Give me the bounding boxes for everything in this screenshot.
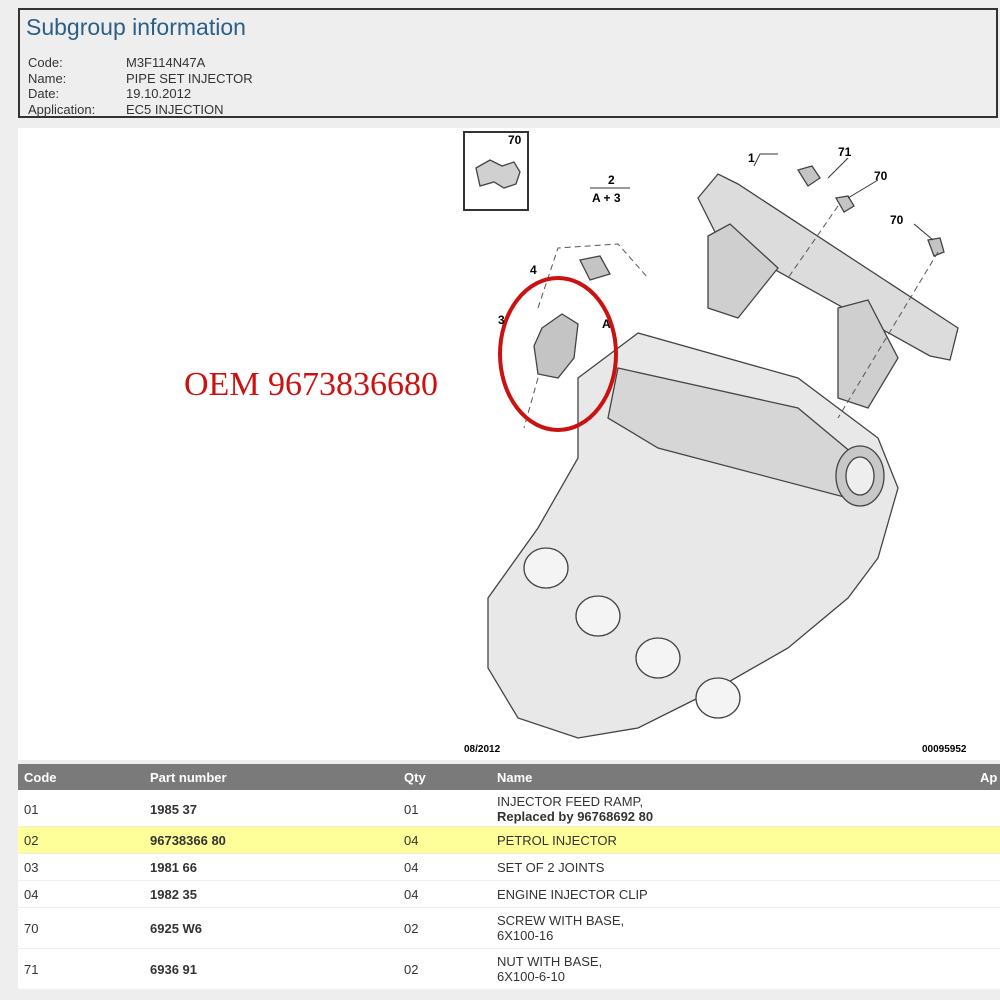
row-name: NUT WITH BASE, 6X100-6-10 [497, 954, 602, 984]
callout-3: 3 [498, 313, 505, 327]
table-row[interactable]: 01 1985 37 01 INJECTOR FEED RAMP, Replace… [18, 790, 1000, 827]
screw-detail-icon [475, 159, 521, 189]
injector-shape [533, 313, 579, 379]
exploded-parts-diagram: 1 2 A + 3 3 4 A 70 70 70 71 08/2012 0009… [18, 128, 1000, 760]
row-name: ENGINE INJECTOR CLIP [497, 887, 648, 902]
row-code: 70 [24, 921, 39, 936]
callout-70-box: 70 [508, 133, 522, 147]
row-name: SET OF 2 JOINTS [497, 860, 605, 875]
row-part-number[interactable]: 6936 91 [150, 962, 197, 977]
callout-2: 2 [608, 173, 615, 187]
row-qty: 04 [404, 860, 419, 875]
oem-annotation: OEM 9673836680 [184, 366, 439, 403]
callout-71: 71 [838, 145, 852, 159]
row-part-number[interactable]: 1982 35 [150, 887, 197, 902]
code-label: Code: [28, 55, 63, 70]
header-part-number[interactable]: Part number [150, 770, 227, 785]
date-value: 19.10.2012 [126, 86, 192, 101]
row-code: 01 [24, 802, 39, 817]
row-name-line1: INJECTOR FEED RAMP, [497, 794, 644, 809]
row-part-number[interactable]: 6925 W6 [150, 921, 202, 936]
callout-70-far: 70 [890, 213, 904, 227]
row-name-line1: SCREW WITH BASE, [497, 913, 625, 928]
row-name-line2: 6X100-16 [497, 928, 554, 943]
callout-1: 1 [748, 151, 755, 165]
row-qty: 04 [404, 833, 419, 848]
subgroup-title: Subgroup information [26, 14, 246, 40]
callout-70-right: 70 [874, 169, 888, 183]
row-name-line2: Replaced by 96768692 80 [497, 809, 654, 824]
table-row[interactable]: 71 6936 91 02 NUT WITH BASE, 6X100-6-10 [18, 949, 1000, 990]
header-code[interactable]: Code [24, 770, 57, 785]
header-name[interactable]: Name [497, 770, 532, 785]
row-name: PETROL INJECTOR [497, 833, 617, 848]
application-label: Application: [28, 101, 96, 117]
table-row[interactable]: 70 6925 W6 02 SCREW WITH BASE, 6X100-16 [18, 908, 1000, 949]
subgroup-info-panel: Subgroup information Code: M3F114N47A Na… [18, 8, 998, 118]
row-name-line2: 6X100-6-10 [497, 969, 565, 984]
diagram-ref: 00095952 [922, 744, 967, 755]
row-qty: 04 [404, 887, 419, 902]
row-part-number[interactable]: 96738366 80 [150, 833, 226, 848]
callout-4: 4 [530, 263, 537, 277]
row-code: 02 [24, 833, 39, 848]
table-header: Code Part number Qty Name Ap [18, 764, 1000, 790]
application-value: EC5 INJECTION [126, 101, 224, 117]
row-code: 03 [24, 860, 39, 875]
callout-a: A [602, 317, 611, 331]
row-name: INJECTOR FEED RAMP, Replaced by 96768692 … [497, 794, 653, 824]
row-code: 71 [24, 962, 39, 977]
row-name: SCREW WITH BASE, 6X100-16 [497, 913, 624, 943]
row-part-number[interactable]: 1981 66 [150, 860, 197, 875]
row-code: 04 [24, 887, 39, 902]
header-application[interactable]: Ap [980, 770, 997, 785]
header-qty[interactable]: Qty [404, 770, 426, 785]
table-row[interactable]: 03 1981 66 04 SET OF 2 JOINTS [18, 854, 1000, 881]
code-value: M3F114N47A [126, 55, 206, 70]
table-row-highlighted[interactable]: 02 96738366 80 04 PETROL INJECTOR [18, 827, 1000, 854]
table-row[interactable]: 04 1982 35 04 ENGINE INJECTOR CLIP [18, 881, 1000, 908]
row-qty: 02 [404, 962, 419, 977]
row-part-number[interactable]: 1985 37 [150, 802, 197, 817]
parts-table: Code Part number Qty Name Ap 01 1985 37 … [18, 764, 1000, 990]
name-label: Name: [28, 70, 67, 86]
subgroup-fields: Code: M3F114N47A Name: PIPE SET INJECTOR… [28, 55, 326, 117]
row-name-line1: NUT WITH BASE, [497, 954, 603, 969]
diagram-date: 08/2012 [464, 744, 501, 755]
name-value: PIPE SET INJECTOR [126, 70, 253, 86]
date-label: Date: [28, 86, 60, 101]
row-qty: 01 [404, 802, 419, 817]
row-qty: 02 [404, 921, 419, 936]
callout-2-sub: A + 3 [592, 191, 621, 205]
diagram-drawing: 1 2 A + 3 3 4 A 70 70 70 71 08/2012 0009… [463, 131, 967, 755]
